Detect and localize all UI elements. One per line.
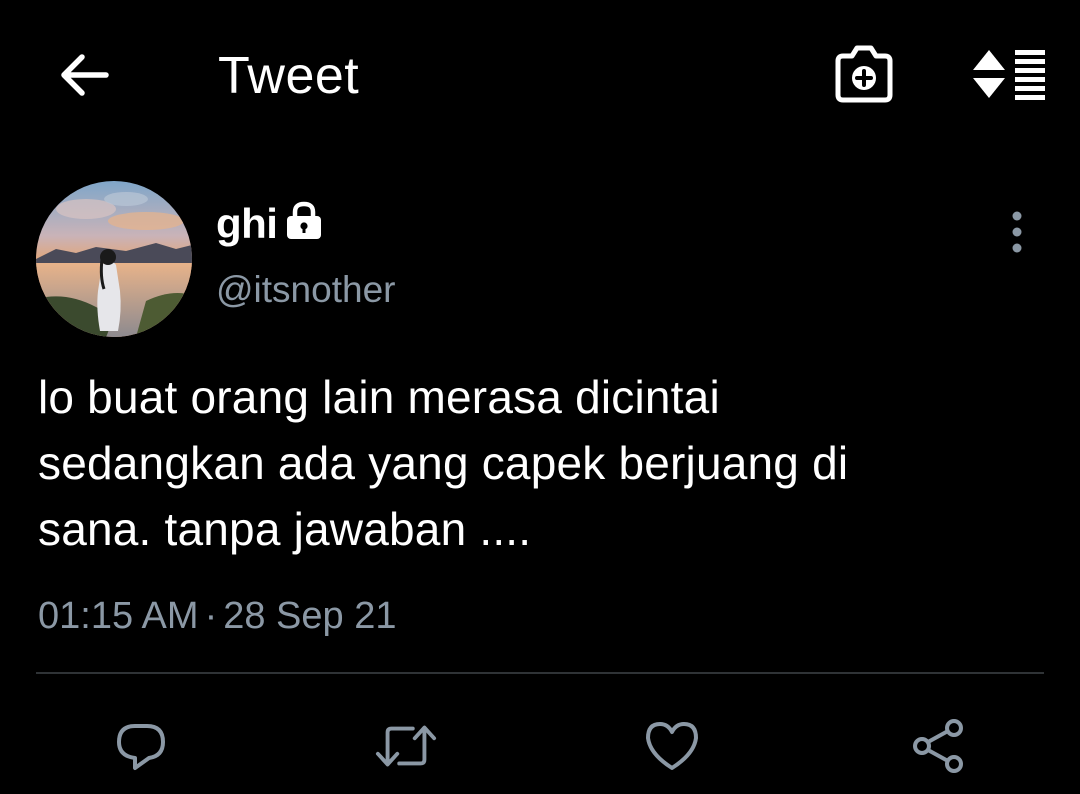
back-button[interactable] [50,45,118,105]
tweet-time: 01:15 AM [38,595,199,637]
top-app-bar: Tweet [0,0,1080,150]
tweet-timestamp: 01:15 AM · 28 Sep 21 [38,590,396,642]
tweet-text-line: sedangkan ada yang capek berjuang di [38,437,849,489]
avatar-photo [36,181,192,337]
heart-icon [646,722,698,770]
page-title: Tweet [218,47,360,105]
avatar[interactable] [36,181,192,337]
tweet-text: lo buat orang lain merasa dicintai sedan… [38,364,1038,562]
author-handle[interactable]: @itsnother [216,266,395,314]
share-icon [913,719,963,773]
reply-button[interactable] [109,714,173,778]
more-options-button[interactable] [996,206,1038,258]
more-vertical-icon [1012,211,1022,253]
tweet-text-line: sana. tanpa jawaban .... [38,503,532,555]
share-button[interactable] [906,714,970,778]
like-button[interactable] [640,714,704,778]
camera-add-icon [835,45,893,103]
divider [36,672,1044,674]
author-display-name[interactable]: ghi [216,198,278,250]
tweet-date: 28 Sep 21 [223,595,397,637]
meta-separator: · [204,595,218,637]
add-photo-button[interactable] [828,40,900,108]
tweet-text-line: lo buat orang lain merasa dicintai [38,371,720,423]
reply-icon [117,724,165,770]
retweet-icon [375,725,437,767]
back-arrow-icon [61,54,109,96]
retweet-button[interactable] [374,714,438,778]
sort-button[interactable] [966,40,1052,108]
sort-icon [973,50,1045,100]
lock-icon [287,201,321,239]
